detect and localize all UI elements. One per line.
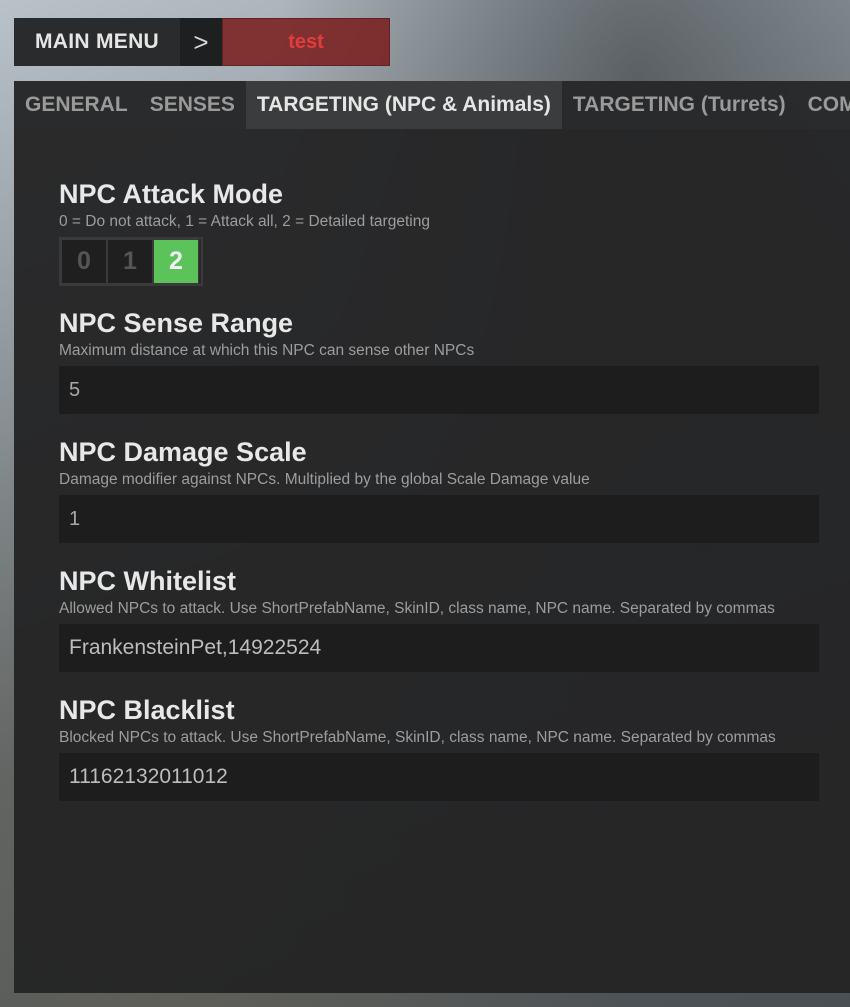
tab-senses[interactable]: SENSES [139,81,246,129]
breadcrumb: MAIN MENU > test [14,18,390,66]
tab-combat[interactable]: COMBA [797,81,850,129]
breadcrumb-current[interactable]: test [222,18,390,66]
damage-scale-title: NPC Damage Scale [59,437,307,467]
damage-scale-description: Damage modifier against NPCs. Multiplied… [59,471,590,488]
blacklist-description: Blocked NPCs to attack. Use ShortPrefabN… [59,729,776,746]
whitelist-section: NPC Whitelist Allowed NPCs to attack. Us… [59,566,819,672]
tab-general[interactable]: GENERAL [14,81,139,129]
whitelist-input[interactable]: FrankensteinPet,14922524 [59,624,819,672]
blacklist-section: NPC Blacklist Blocked NPCs to attack. Us… [59,695,819,801]
tab-targeting-turrets[interactable]: TARGETING (Turrets) [562,81,797,129]
attack-mode-section: NPC Attack Mode 0 = Do not attack, 1 = A… [59,179,819,286]
blacklist-title: NPC Blacklist [59,695,235,725]
sense-range-input[interactable]: 5 [59,366,819,414]
attack-mode-title: NPC Attack Mode [59,179,284,209]
breadcrumb-separator: > [180,18,222,66]
blacklist-input[interactable]: 11162132011012 [59,753,819,801]
whitelist-title: NPC Whitelist [59,566,237,596]
attack-mode-option-2[interactable]: 2 [153,239,199,284]
damage-scale-section: NPC Damage Scale Damage modifier against… [59,437,819,543]
attack-mode-option-0[interactable]: 0 [61,239,107,284]
attack-mode-option-1[interactable]: 1 [107,239,153,284]
sense-range-title: NPC Sense Range [59,308,294,338]
damage-scale-input[interactable]: 1 [59,495,819,543]
tab-targeting-npc-animals[interactable]: TARGETING (NPC & Animals) [245,81,562,129]
settings-panel: GENERAL SENSES TARGETING (NPC & Animals)… [14,81,850,993]
tab-bar: GENERAL SENSES TARGETING (NPC & Animals)… [14,81,850,129]
sense-range-description: Maximum distance at which this NPC can s… [59,342,475,359]
attack-mode-description: 0 = Do not attack, 1 = Attack all, 2 = D… [59,213,430,230]
attack-mode-selector: 0 1 2 [59,237,203,286]
main-menu-button[interactable]: MAIN MENU [14,18,180,66]
sense-range-section: NPC Sense Range Maximum distance at whic… [59,308,819,414]
whitelist-description: Allowed NPCs to attack. Use ShortPrefabN… [59,600,775,617]
